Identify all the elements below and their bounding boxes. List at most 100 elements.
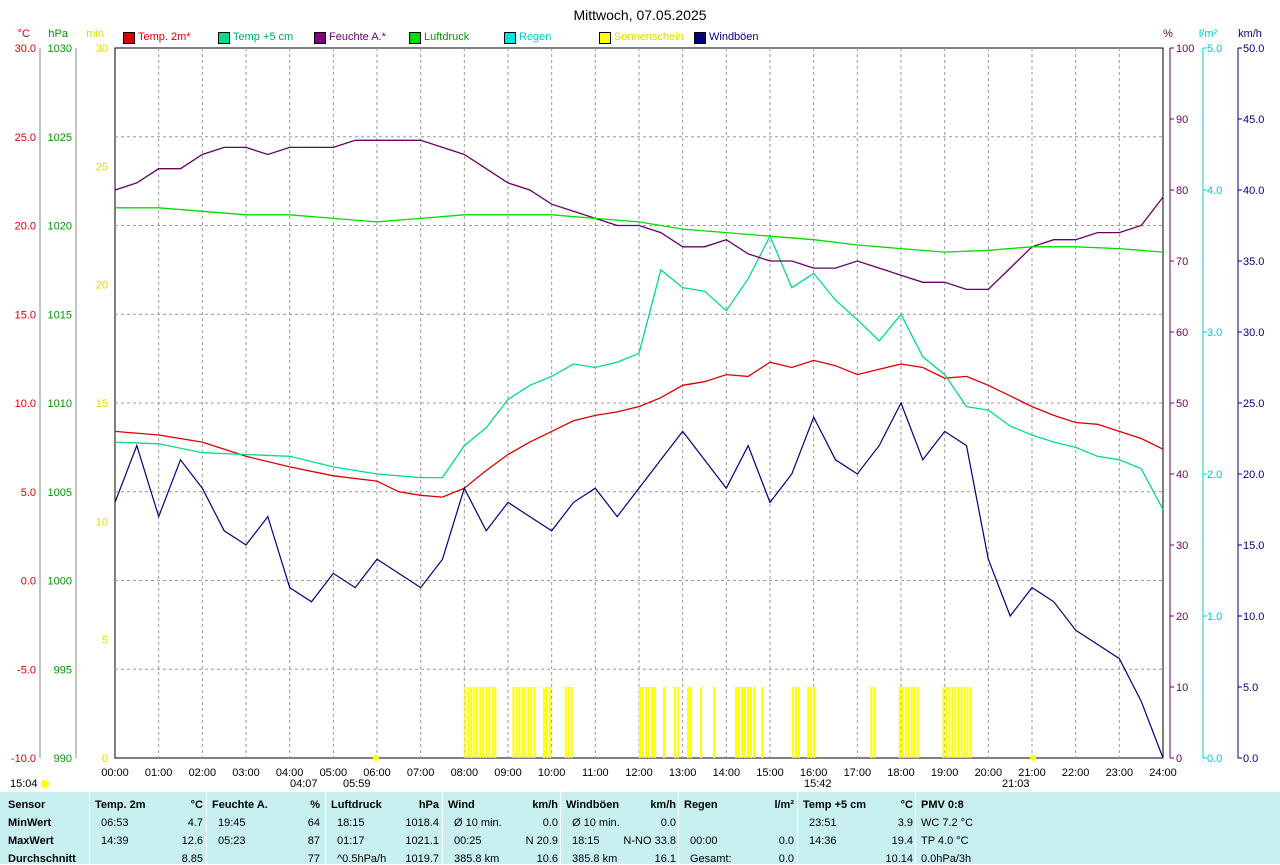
temp-tick-label: -10.0 — [11, 753, 36, 765]
hpa-tick-label: 995 — [54, 664, 72, 676]
kmh-tick-label: 0.0 — [1243, 753, 1258, 765]
stats-cell-value: 77 — [307, 853, 320, 865]
rain-axis-unit: l/m² — [1199, 28, 1218, 40]
column-separator — [797, 792, 798, 864]
sunshine-bar — [753, 687, 756, 758]
sunshine-bar — [960, 687, 963, 758]
stats-cell-value: N 20.9 — [525, 835, 558, 847]
kmh-tick-label: 5.0 — [1243, 682, 1258, 694]
kmh-tick-label: 45.0 — [1243, 114, 1264, 126]
hpa-axis-unit: hPa — [48, 28, 68, 40]
min-axis-unit: min — [86, 28, 104, 40]
sunshine-bar — [957, 687, 960, 758]
stats-header-unit: l/m² — [774, 799, 794, 811]
kmh-tick-label: 50.0 — [1243, 43, 1264, 55]
pct-tick-label: 90 — [1176, 114, 1188, 126]
sunshine-bar — [518, 687, 521, 758]
rain-tick-label: 4.0 — [1207, 185, 1222, 197]
x-tick-label: 15:00 — [756, 767, 784, 779]
x-tick-label: 02:00 — [189, 767, 217, 779]
legend-label: Luftdruck — [424, 31, 470, 43]
column-separator — [325, 792, 326, 864]
pct-tick-label: 50 — [1176, 398, 1188, 410]
sunshine-bar — [963, 687, 966, 758]
kmh-tick-label: 20.0 — [1243, 469, 1264, 481]
kmh-tick-label: 30.0 — [1243, 327, 1264, 339]
sunshine-bar — [639, 687, 641, 758]
pct-tick-label: 60 — [1176, 327, 1188, 339]
sunshine-bar — [750, 687, 753, 758]
sunshine-bar — [676, 687, 679, 758]
sunshine-bar — [913, 687, 916, 758]
x-tick-label: 20:00 — [975, 767, 1003, 779]
stats-header-unit: °C — [190, 799, 203, 811]
column-separator — [915, 792, 916, 864]
x-tick-label: 03:00 — [232, 767, 260, 779]
x-tick-label: 09:00 — [494, 767, 522, 779]
stats-cell-value: 16.1 — [654, 853, 676, 865]
temp-tick-label: 5.0 — [21, 487, 36, 499]
sunshine-bar — [687, 687, 690, 758]
sunshine-bar — [464, 687, 467, 758]
sunrise-icon — [41, 780, 49, 788]
sunshine-bar — [642, 687, 644, 758]
sunshine-bar — [482, 687, 485, 758]
stats-cell-time: 0.0hPa/3h — [921, 853, 972, 865]
sunshine-bar — [515, 687, 518, 758]
sunshine-bar — [567, 687, 570, 758]
stats-header-unit: °C — [900, 799, 913, 811]
sunshine-bar — [794, 687, 797, 758]
kmh-tick-label: 15.0 — [1243, 540, 1264, 552]
sunshine-bar — [673, 687, 676, 758]
sunshine-bar — [479, 687, 482, 758]
sunshine-bar — [870, 687, 873, 758]
sunshine-bar — [966, 687, 969, 758]
temp-tick-label: 10.0 — [15, 398, 36, 410]
x-tick-label: 24:00 — [1149, 767, 1177, 779]
x-tick-label: 08:00 — [451, 767, 479, 779]
sun-marker — [1030, 755, 1036, 761]
kmh-axis-unit: km/h — [1238, 28, 1262, 40]
sunshine-bar — [916, 687, 919, 758]
sunshine-bar — [954, 687, 957, 758]
sunshine-bar — [761, 687, 764, 758]
sunshine-bar — [564, 687, 567, 758]
sunshine-bar — [545, 687, 548, 758]
legend-swatch — [123, 32, 135, 44]
sun-marker — [373, 755, 379, 761]
sunshine-bar — [654, 687, 656, 758]
sunshine-bar — [735, 687, 738, 758]
x-tick-label: 17:00 — [844, 767, 872, 779]
legend-label: Regen — [519, 31, 552, 43]
pct-tick-label: 20 — [1176, 611, 1188, 623]
sunshine-bar — [791, 687, 794, 758]
temp-tick-label: 15.0 — [15, 309, 36, 321]
pct-tick-label: 80 — [1176, 185, 1188, 197]
legend-label: Windböen — [709, 31, 759, 43]
sunshine-bar — [530, 687, 533, 758]
sunshine-bar — [648, 687, 650, 758]
sunshine-bar — [910, 687, 913, 758]
sunset-time: 21:03 — [1002, 778, 1030, 790]
sunshine-bar — [907, 687, 910, 758]
sunshine-bar — [741, 687, 744, 758]
sunshine-bar — [470, 687, 473, 758]
sunshine-bar — [521, 687, 524, 758]
kmh-tick-label: 40.0 — [1243, 185, 1264, 197]
temp-tick-label: 25.0 — [15, 132, 36, 144]
legend-label: Sonnenschein — [614, 31, 684, 43]
legend-swatch — [694, 32, 706, 44]
min-tick-label: 20 — [96, 280, 108, 292]
stats-cell-value: 12.6 — [181, 835, 203, 847]
hpa-tick-label: 1025 — [48, 132, 72, 144]
stats-cell-value: 0.0 — [778, 835, 794, 847]
stats-row-label: Durchschnitt — [8, 853, 76, 865]
stats-cell-value: 0.0 — [660, 817, 676, 829]
stats-header-unit: % — [310, 799, 320, 811]
stats-cell-value: 10.14 — [885, 853, 913, 865]
column-separator — [442, 792, 443, 864]
sunshine-bar — [533, 687, 536, 758]
sunshine-bar — [485, 687, 488, 758]
pct-tick-label: 100 — [1176, 43, 1194, 55]
stats-header-unit: km/h — [532, 799, 558, 811]
